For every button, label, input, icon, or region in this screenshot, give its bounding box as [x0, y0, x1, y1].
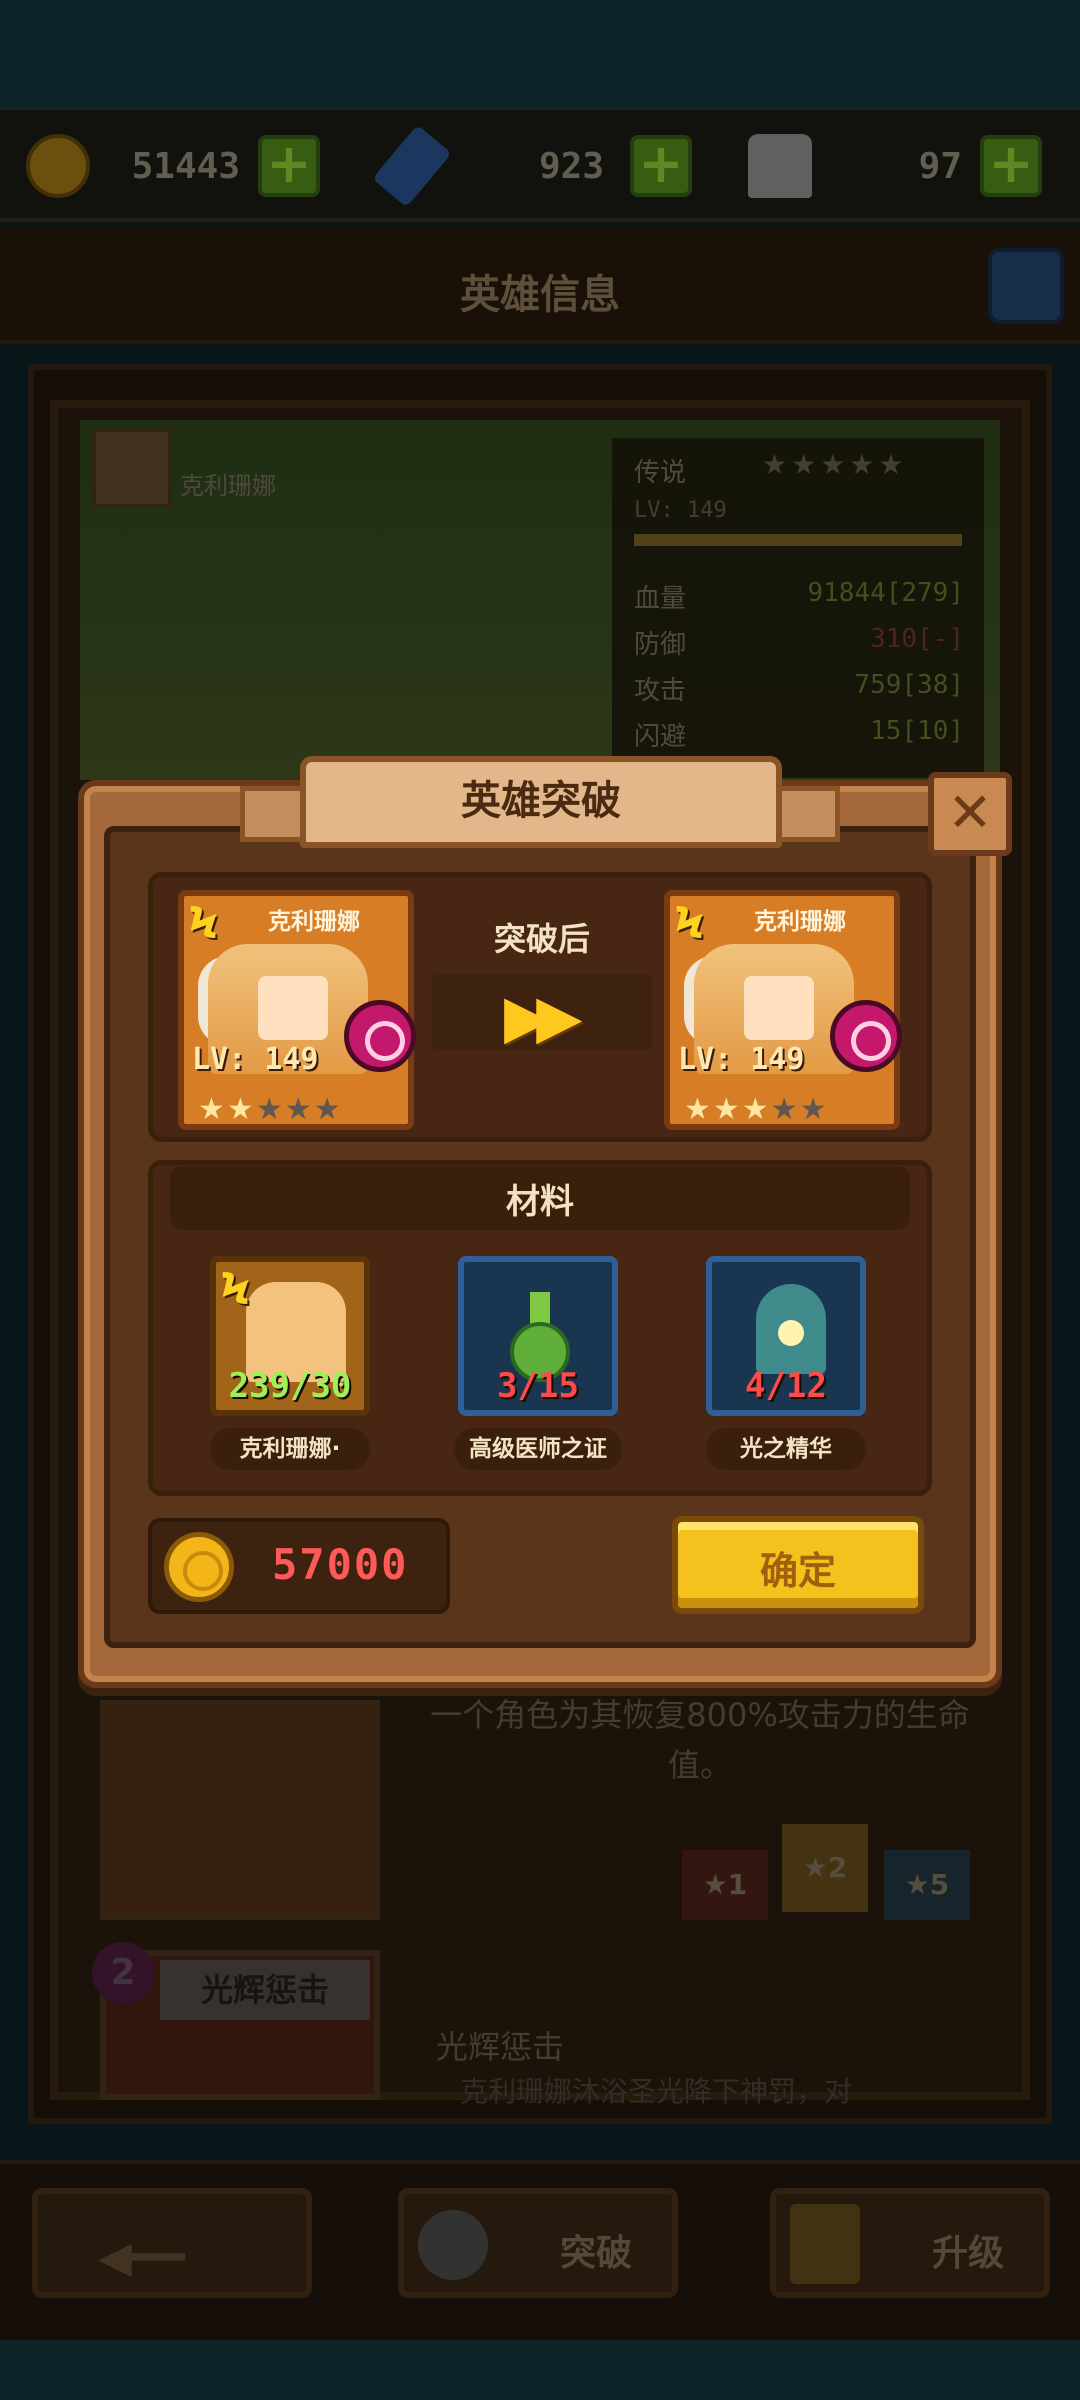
star-empty-icon: ★	[284, 1092, 314, 1127]
close-icon: ✕	[947, 781, 993, 844]
material-hero-shard[interactable]: Ϟ 239/30	[210, 1256, 370, 1416]
star-filled-icon: ★	[741, 1092, 771, 1127]
after-label: 突破后	[493, 920, 590, 958]
material-name: 光之精华	[706, 1428, 866, 1470]
double-arrow-icon: ▶▶	[504, 982, 582, 1052]
material-count: 239/30	[228, 1366, 352, 1406]
material-flask[interactable]: 3/15	[458, 1256, 618, 1416]
star-filled-icon: ★	[684, 1092, 713, 1127]
game-screen: 51443 + 923 + 97 + 英雄信息 克利珊娜 传说 ★★★★★ LV…	[0, 0, 1080, 2400]
material-count: 4/12	[745, 1366, 827, 1406]
star-empty-icon: ★	[313, 1092, 343, 1127]
confirm-button[interactable]: 确定	[672, 1516, 924, 1614]
star-empty-icon: ★	[255, 1092, 285, 1127]
star-filled-icon: ★	[198, 1092, 227, 1127]
hero-face	[744, 976, 814, 1040]
hero-card-stars: ★★★★★	[684, 1092, 829, 1127]
star-filled-icon: ★	[712, 1092, 742, 1127]
hero-card-name: 克利珊娜	[754, 909, 846, 935]
dialog-title: 英雄突破	[461, 778, 621, 824]
star-empty-icon: ★	[799, 1092, 829, 1127]
close-button[interactable]: ✕	[928, 772, 1012, 856]
star-filled-icon: ★	[226, 1092, 256, 1127]
lightning-icon: Ϟ	[220, 1264, 251, 1315]
hero-card-stars: ★★★★★	[198, 1092, 343, 1127]
cost-value: 57000	[272, 1540, 409, 1589]
hero-card-name: 克利珊娜	[268, 909, 360, 935]
class-badge-icon	[344, 1000, 416, 1072]
light-essence-icon	[756, 1284, 826, 1374]
gold-coin-icon	[164, 1532, 234, 1602]
material-name: 高级医师之证	[454, 1428, 622, 1470]
class-badge-icon	[830, 1000, 902, 1072]
hero-face	[258, 976, 328, 1040]
confirm-label: 确定	[759, 1549, 836, 1593]
material-count: 3/15	[497, 1366, 579, 1406]
hero-card-level: LV: 149	[192, 1042, 319, 1077]
hero-card-level: LV: 149	[678, 1042, 805, 1077]
materials-title: 材料	[506, 1182, 574, 1222]
material-light-essence[interactable]: 4/12	[706, 1256, 866, 1416]
star-empty-icon: ★	[770, 1092, 800, 1127]
material-name: 克利珊娜·	[210, 1428, 370, 1470]
